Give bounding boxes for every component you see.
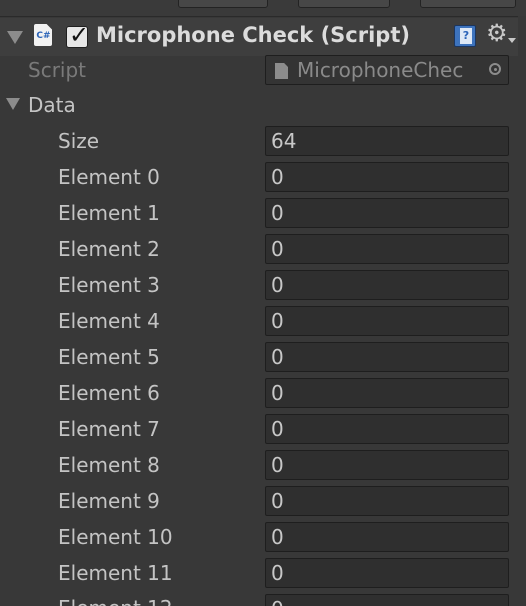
element-input[interactable]: 0: [265, 378, 509, 408]
element-label: Element 4: [58, 309, 160, 333]
size-value: 64: [271, 129, 297, 153]
element-value: 0: [271, 201, 284, 225]
inspector-panel: C# ✓ Microphone Check (Script) ? ⚙ Scrip…: [0, 0, 526, 606]
component-title: Microphone Check (Script): [96, 23, 410, 47]
script-object-field[interactable]: MicrophoneChec: [265, 55, 509, 85]
script-label: Script: [28, 58, 87, 82]
element-input[interactable]: 0: [265, 486, 509, 516]
element-value: 0: [271, 273, 284, 297]
script-object-value: MicrophoneChec: [297, 58, 464, 82]
element-input[interactable]: 0: [265, 522, 509, 552]
element-input[interactable]: 0: [265, 414, 509, 444]
gear-icon[interactable]: ⚙: [486, 19, 508, 47]
element-input[interactable]: 0: [265, 234, 509, 264]
help-icon-label: ?: [460, 28, 472, 44]
toolbar-button[interactable]: [420, 0, 516, 8]
help-book-icon[interactable]: ?: [454, 25, 476, 47]
element-label: Element 12: [58, 596, 173, 606]
element-label: Element 1: [58, 201, 160, 225]
element-input[interactable]: 0: [265, 558, 509, 588]
element-input[interactable]: 0: [265, 306, 509, 336]
element-value: 0: [271, 525, 284, 549]
element-value: 0: [271, 165, 284, 189]
element-value: 0: [271, 309, 284, 333]
element-value: 0: [271, 381, 284, 405]
element-label: Element 5: [58, 345, 160, 369]
element-label: Element 2: [58, 237, 160, 261]
element-input[interactable]: 0: [265, 594, 509, 606]
size-label: Size: [58, 129, 100, 153]
element-label: Element 7: [58, 417, 160, 441]
element-label: Element 3: [58, 273, 160, 297]
element-value: 0: [271, 417, 284, 441]
element-input[interactable]: 0: [265, 270, 509, 300]
toolbar-button[interactable]: [298, 0, 390, 8]
toolbar-strip: [0, 0, 526, 17]
component-enabled-checkbox[interactable]: ✓: [66, 21, 89, 49]
toolbar-button[interactable]: [178, 0, 268, 8]
element-value: 0: [271, 489, 284, 513]
element-label: Element 6: [58, 381, 160, 405]
object-picker-dot-icon: [494, 68, 497, 71]
element-value: 0: [271, 237, 284, 261]
element-input[interactable]: 0: [265, 450, 509, 480]
panel-right-edge: [518, 16, 526, 606]
script-asset-icon: [275, 63, 288, 79]
size-input[interactable]: 64: [265, 126, 509, 156]
csharp-script-icon-label: C#: [36, 31, 51, 41]
element-label: Element 0: [58, 165, 160, 189]
gear-dropdown-arrow-icon[interactable]: [508, 38, 516, 43]
element-input[interactable]: 0: [265, 162, 509, 192]
data-foldout-arrow-icon[interactable]: [6, 98, 20, 110]
element-value: 0: [271, 345, 284, 369]
checkmark-icon: ✓: [69, 21, 90, 49]
element-label: Element 8: [58, 453, 160, 477]
element-input[interactable]: 0: [265, 342, 509, 372]
element-value: 0: [271, 597, 284, 606]
data-array-label[interactable]: Data: [28, 93, 76, 117]
component-foldout-arrow-icon[interactable]: [7, 31, 23, 44]
element-label: Element 9: [58, 489, 160, 513]
element-label: Element 11: [58, 561, 173, 585]
element-value: 0: [271, 453, 284, 477]
element-label: Element 10: [58, 525, 173, 549]
element-input[interactable]: 0: [265, 198, 509, 228]
element-value: 0: [271, 561, 284, 585]
